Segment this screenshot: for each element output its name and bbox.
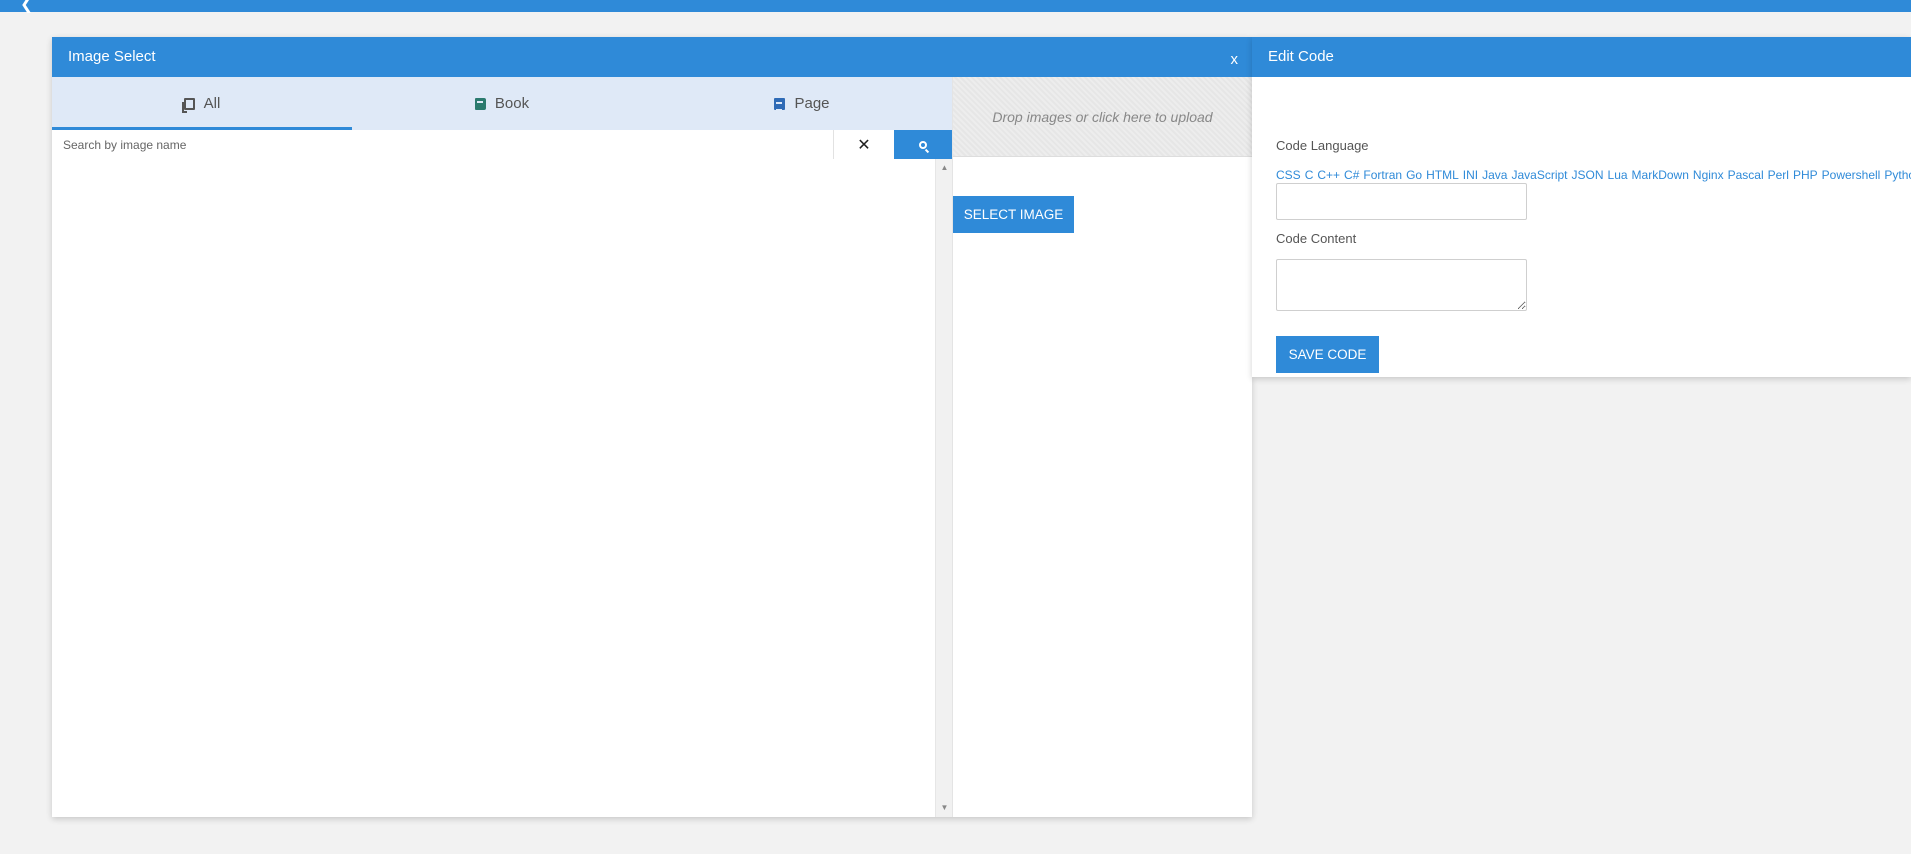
- page-icon: [774, 97, 786, 111]
- image-results-list: ▲ ▼: [52, 159, 952, 817]
- language-options: CSS C C++ C# Fortran Go HTML INI Java JavaScript J…: [1276, 168, 1911, 182]
- search-icon: [919, 140, 927, 149]
- language-link[interactable]: PHP: [1793, 168, 1818, 182]
- language-link[interactable]: C#: [1344, 168, 1359, 182]
- scrollbar[interactable]: ▲ ▼: [935, 159, 952, 817]
- back-chevron-icon[interactable]: ❮: [20, 0, 33, 14]
- tab-all[interactable]: All: [52, 77, 352, 130]
- top-app-bar: ❮: [0, 0, 1911, 14]
- select-image-button[interactable]: SELECT IMAGE: [953, 196, 1074, 233]
- dropzone-text: Drop images or click here to upload: [992, 108, 1213, 125]
- search-input[interactable]: [52, 130, 834, 159]
- language-link[interactable]: Go: [1406, 168, 1422, 182]
- language-link[interactable]: HTML: [1426, 168, 1459, 182]
- close-icon[interactable]: x: [1231, 40, 1239, 80]
- image-select-header: Image Select x: [52, 37, 1252, 77]
- image-dropzone[interactable]: Drop images or click here to upload: [953, 77, 1252, 157]
- clear-search-button[interactable]: ✕: [834, 130, 894, 159]
- save-code-button[interactable]: SAVE CODE: [1276, 336, 1379, 373]
- dialog-title: Image Select: [68, 48, 156, 65]
- language-link[interactable]: Fortran: [1363, 168, 1402, 182]
- language-link[interactable]: Perl: [1768, 168, 1789, 182]
- language-link[interactable]: Powershell: [1822, 168, 1881, 182]
- tab-page[interactable]: Page: [652, 77, 952, 130]
- image-select-dialog: Image Select x All Book Page ✕: [52, 37, 1252, 817]
- code-content-textarea[interactable]: [1276, 259, 1527, 311]
- code-language-input[interactable]: [1276, 183, 1527, 220]
- book-icon: [474, 97, 486, 110]
- language-link[interactable]: INI: [1463, 168, 1478, 182]
- tab-label: All: [203, 95, 221, 112]
- search-button[interactable]: [894, 130, 952, 159]
- image-tabs: All Book Page: [52, 77, 952, 130]
- search-bar: ✕: [52, 130, 952, 159]
- images-icon: [181, 97, 195, 113]
- code-language-label: Code Language: [1276, 138, 1369, 153]
- language-link[interactable]: JSON: [1572, 168, 1604, 182]
- image-browser: All Book Page ✕ ▲ ▼: [52, 77, 952, 817]
- language-link[interactable]: Pascal: [1728, 168, 1764, 182]
- edit-code-panel: Edit Code Code Language CSS C C++ C# Fortran…: [1252, 37, 1911, 377]
- scroll-up-arrow-icon[interactable]: ▲: [936, 161, 953, 175]
- scroll-down-arrow-icon[interactable]: ▼: [936, 801, 953, 815]
- language-link[interactable]: JavaScript: [1511, 168, 1567, 182]
- language-link[interactable]: Lua: [1608, 168, 1628, 182]
- tab-book[interactable]: Book: [352, 77, 652, 130]
- panel-title: Edit Code: [1268, 48, 1334, 65]
- language-link[interactable]: C: [1305, 168, 1314, 182]
- upload-pane: Drop images or click here to upload SELE…: [952, 77, 1252, 817]
- language-link[interactable]: Java: [1482, 168, 1507, 182]
- language-link[interactable]: MarkDown: [1632, 168, 1689, 182]
- code-content-label: Code Content: [1276, 231, 1357, 246]
- language-link[interactable]: CSS: [1276, 168, 1301, 182]
- edit-code-header: Edit Code: [1252, 37, 1911, 77]
- close-icon: ✕: [857, 136, 871, 154]
- language-link[interactable]: Nginx: [1693, 168, 1724, 182]
- tab-label: Page: [794, 95, 830, 112]
- language-link[interactable]: C++: [1317, 168, 1340, 182]
- tab-label: Book: [494, 95, 530, 112]
- language-link[interactable]: Python: [1884, 168, 1911, 182]
